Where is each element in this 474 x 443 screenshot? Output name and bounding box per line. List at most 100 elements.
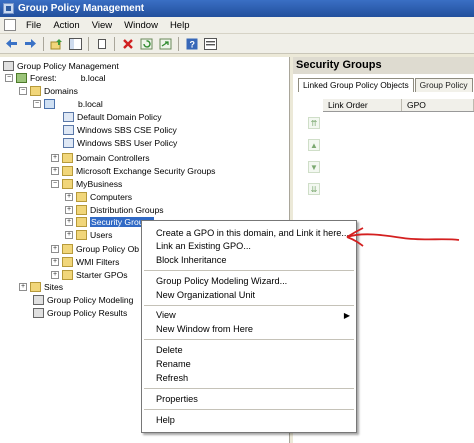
tree-gp-modeling[interactable]: Group Policy Modeling	[33, 294, 133, 306]
menu-item-new-window[interactable]: New Window from Here	[142, 323, 356, 336]
expand-icon[interactable]: +	[51, 167, 59, 175]
menu-item-new-ou[interactable]: New Organizational Unit	[142, 289, 356, 302]
menu-item-refresh[interactable]: Refresh	[142, 372, 356, 385]
menu-window[interactable]: Window	[118, 20, 164, 31]
expand-icon[interactable]: +	[51, 154, 59, 162]
ou-icon	[62, 179, 73, 189]
menu-item-properties[interactable]: Properties	[142, 393, 356, 406]
expand-icon[interactable]: +	[65, 218, 73, 226]
menu-file[interactable]: File	[20, 20, 47, 31]
move-down-icon[interactable]: ▼	[308, 161, 320, 173]
toolbar-separator	[43, 36, 44, 51]
menu-item-modeling-wizard[interactable]: Group Policy Modeling Wizard...	[142, 275, 356, 288]
show-hide-tree-icon[interactable]	[68, 36, 83, 51]
column-gpo[interactable]: GPO	[402, 99, 474, 111]
toolbar-separator	[114, 36, 115, 51]
tree-root[interactable]: Group Policy Management	[3, 60, 119, 72]
tree-label: Microsoft Exchange Security Groups	[76, 166, 216, 176]
tree-label: Users	[90, 230, 113, 240]
tree-label: Computers	[90, 192, 133, 202]
tree-forest[interactable]: − Forest: b.local	[5, 72, 106, 84]
link-order-buttons: ⇈ ▲ ▼ ⇊	[308, 117, 321, 205]
move-bottom-icon[interactable]: ⇊	[308, 183, 320, 195]
properties-icon[interactable]	[203, 36, 218, 51]
menu-help[interactable]: Help	[164, 20, 196, 31]
menu-item-help[interactable]: Help	[142, 414, 356, 427]
tree-label: b.local	[80, 73, 106, 83]
menu-item-delete[interactable]: Delete	[142, 344, 356, 357]
tree-computers[interactable]: + Computers	[65, 191, 132, 203]
collapse-icon[interactable]: −	[19, 87, 27, 95]
domain-icon	[44, 99, 55, 109]
folder-icon	[62, 244, 73, 254]
menu-separator	[144, 305, 354, 306]
column-link-order[interactable]: Link Order	[323, 99, 402, 111]
menu-item-label: View	[156, 310, 176, 320]
tree-users[interactable]: + Users	[65, 229, 112, 241]
menu-action[interactable]: Action	[47, 20, 85, 31]
tree-label: Starter GPOs	[76, 270, 128, 280]
sites-icon	[30, 282, 41, 292]
gpo-link-icon	[63, 125, 74, 135]
tree-distribution-groups[interactable]: + Distribution Groups	[65, 204, 164, 216]
expand-icon[interactable]: +	[19, 283, 27, 291]
tree-sites[interactable]: + Sites	[19, 281, 63, 293]
app-icon	[3, 3, 14, 14]
tree-exchange-groups[interactable]: + Microsoft Exchange Security Groups	[51, 165, 215, 177]
move-up-icon[interactable]: ▲	[308, 139, 320, 151]
expand-icon[interactable]: +	[51, 245, 59, 253]
tree-gp-results[interactable]: Group Policy Results	[33, 307, 127, 319]
tree-label: Windows SBS CSE Policy	[77, 125, 177, 135]
menu-separator	[144, 339, 354, 340]
submenu-arrow-icon: ▶	[343, 311, 350, 320]
tree-domains[interactable]: − Domains	[19, 85, 78, 97]
tree-default-domain-policy[interactable]: Default Domain Policy	[63, 111, 162, 123]
tree-domain-controllers[interactable]: + Domain Controllers	[51, 152, 150, 164]
tree-label: Forest:	[30, 73, 57, 83]
window-title: Group Policy Management	[18, 3, 145, 14]
tree-starter-gpos[interactable]: + Starter GPOs	[51, 269, 128, 281]
tree-domain[interactable]: − b.local	[33, 98, 103, 110]
tree-label: Domain Controllers	[76, 153, 150, 163]
tree-label: Group Policy Ob	[76, 244, 140, 254]
collapse-icon[interactable]: −	[51, 180, 59, 188]
back-arrow-icon[interactable]	[4, 36, 19, 51]
tree-mybusiness[interactable]: − MyBusiness	[51, 178, 122, 190]
menu-item-block-inheritance[interactable]: Block Inheritance	[142, 254, 356, 267]
forest-icon	[16, 73, 27, 83]
tree-wmi-filters[interactable]: + WMI Filters	[51, 256, 119, 268]
context-menu: Create a GPO in this domain, and Link it…	[141, 220, 357, 433]
collapse-icon[interactable]: −	[33, 100, 41, 108]
folder-icon	[30, 86, 41, 96]
copy-icon[interactable]	[94, 36, 109, 51]
expand-icon[interactable]: +	[51, 271, 59, 279]
delete-icon[interactable]	[120, 36, 135, 51]
tree-sbs-user-policy[interactable]: Windows SBS User Policy	[63, 137, 177, 149]
tree-sbs-cse-policy[interactable]: Windows SBS CSE Policy	[63, 124, 177, 136]
menu-item-rename[interactable]: Rename	[142, 358, 356, 371]
expand-icon[interactable]: +	[65, 193, 73, 201]
expand-icon[interactable]: +	[51, 258, 59, 266]
help-icon[interactable]: ?	[184, 36, 199, 51]
expand-icon[interactable]: +	[65, 231, 73, 239]
toolbar: ?	[0, 34, 474, 54]
up-icon[interactable]	[49, 36, 64, 51]
table-header: Link Order GPO	[323, 99, 474, 112]
tab-group-policy-inheritance[interactable]: Group Policy	[414, 78, 473, 92]
menu-item-link-existing-gpo[interactable]: Link an Existing GPO...	[142, 240, 356, 253]
refresh-icon[interactable]	[139, 36, 154, 51]
system-menu-icon[interactable]	[4, 19, 16, 31]
menu-view[interactable]: View	[86, 20, 118, 31]
move-top-icon[interactable]: ⇈	[308, 117, 320, 129]
svg-text:?: ?	[189, 39, 195, 49]
export-icon[interactable]	[158, 36, 173, 51]
forward-arrow-icon[interactable]	[23, 36, 38, 51]
expand-icon[interactable]: +	[65, 206, 73, 214]
tab-linked-gpos[interactable]: Linked Group Policy Objects	[298, 78, 414, 92]
tree-label: Default Domain Policy	[77, 112, 162, 122]
collapse-icon[interactable]: −	[5, 74, 13, 82]
menu-item-create-gpo[interactable]: Create a GPO in this domain, and Link it…	[142, 227, 356, 240]
tree-label: WMI Filters	[76, 257, 120, 267]
menu-item-view[interactable]: View ▶	[142, 309, 356, 322]
tree-gpo-objects[interactable]: + Group Policy Ob	[51, 243, 139, 255]
